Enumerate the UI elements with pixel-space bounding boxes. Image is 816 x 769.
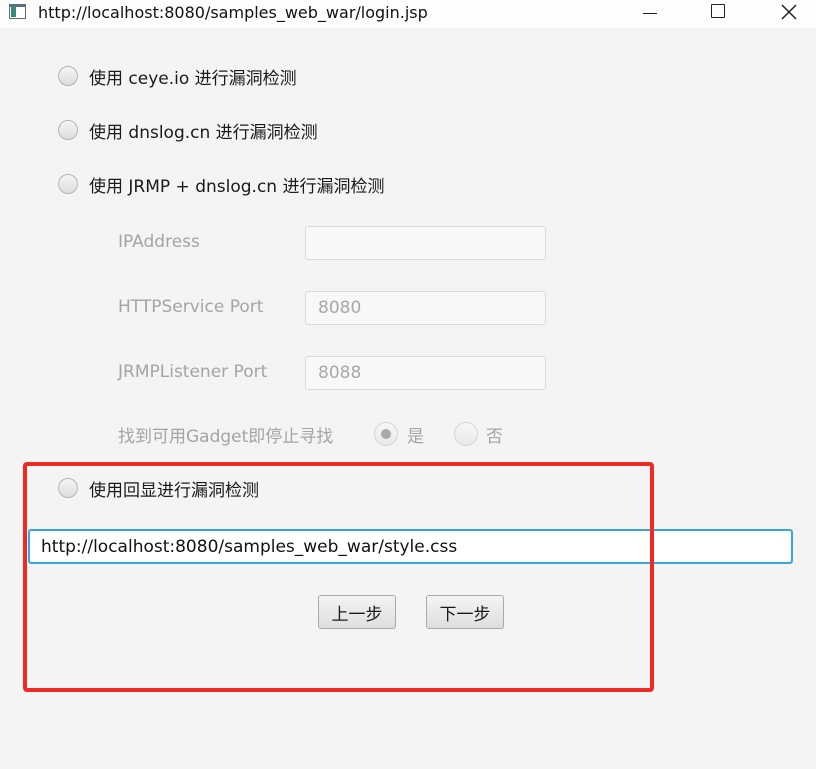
http-port-label: HTTPService Port xyxy=(118,297,264,317)
radio-dnslog[interactable] xyxy=(58,120,78,140)
window-title: http://localhost:8080/samples_web_war/lo… xyxy=(38,3,428,22)
option-jrmp[interactable]: 使用 JRMP + dnslog.cn 进行漏洞检测 xyxy=(58,171,384,197)
radio-echo[interactable] xyxy=(58,478,78,498)
option-ceye[interactable]: 使用 ceye.io 进行漏洞检测 xyxy=(58,63,297,89)
stop-no-label: 否 xyxy=(486,427,503,447)
radio-stop-yes[interactable] xyxy=(374,422,398,446)
jrmp-port-label: JRMPListener Port xyxy=(118,362,268,382)
target-url-input[interactable] xyxy=(28,529,793,564)
radio-jrmp[interactable] xyxy=(58,174,78,194)
maximize-icon xyxy=(711,4,725,18)
maximize-button[interactable] xyxy=(690,0,746,28)
option-echo-label: 使用回显进行漏洞检测 xyxy=(89,480,259,501)
ip-address-label: IPAddress xyxy=(118,232,200,252)
stop-on-gadget-label: 找到可用Gadget即停止寻找 xyxy=(118,427,334,447)
prev-step-button[interactable]: 上一步 xyxy=(318,595,396,629)
option-echo[interactable]: 使用回显进行漏洞检测 xyxy=(58,475,259,501)
title-bar: http://localhost:8080/samples_web_war/lo… xyxy=(0,0,816,28)
option-dnslog[interactable]: 使用 dnslog.cn 进行漏洞检测 xyxy=(58,117,318,143)
option-ceye-label: 使用 ceye.io 进行漏洞检测 xyxy=(89,68,297,89)
http-port-input[interactable] xyxy=(305,291,546,325)
option-dnslog-label: 使用 dnslog.cn 进行漏洞检测 xyxy=(89,122,318,143)
jrmp-port-input[interactable] xyxy=(305,356,546,390)
next-step-button[interactable]: 下一步 xyxy=(426,595,504,629)
stop-yes-label: 是 xyxy=(407,427,424,447)
minimize-icon xyxy=(643,13,657,14)
option-jrmp-label: 使用 JRMP + dnslog.cn 进行漏洞检测 xyxy=(89,176,385,197)
close-button[interactable] xyxy=(760,0,816,28)
radio-stop-no[interactable] xyxy=(454,422,478,446)
java-app-icon xyxy=(9,4,26,19)
radio-ceye[interactable] xyxy=(58,66,78,86)
minimize-button[interactable] xyxy=(622,0,678,28)
app-window: http://localhost:8080/samples_web_war/lo… xyxy=(0,0,816,769)
ip-address-input[interactable] xyxy=(305,226,546,260)
close-icon xyxy=(781,4,797,20)
